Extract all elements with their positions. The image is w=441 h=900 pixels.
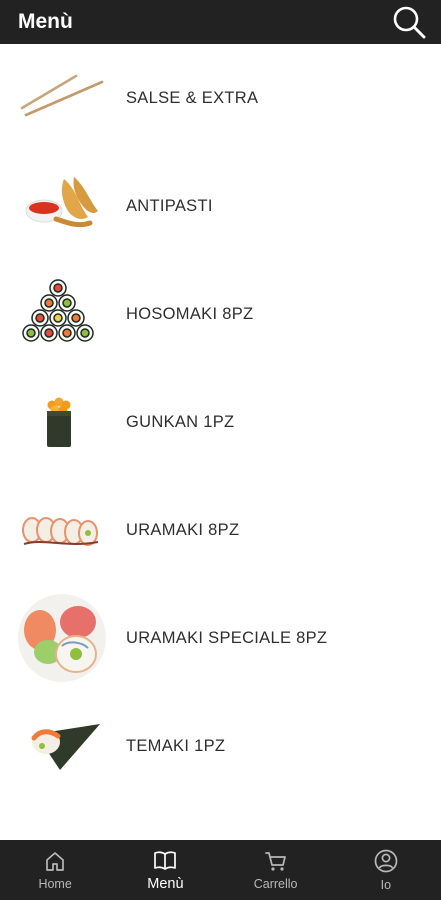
tab-io[interactable]: Io	[331, 840, 441, 900]
menu-item-salse-extra[interactable]: SALSE & EXTRA	[0, 44, 441, 152]
menu-item-temaki[interactable]: TEMAKI 1PZ	[0, 692, 441, 800]
tab-menu[interactable]: Menù	[110, 840, 220, 900]
hosomaki-pyramid-image	[22, 279, 94, 342]
menu-item-label: URAMAKI 8PZ	[126, 520, 240, 539]
menu-item-label: URAMAKI SPECIALE 8PZ	[126, 628, 328, 647]
tab-home[interactable]: Home	[0, 840, 110, 900]
cart-icon	[264, 851, 286, 871]
menu-item-label: TEMAKI 1PZ	[126, 736, 226, 755]
menu-item-gunkan[interactable]: GUNKAN 1PZ	[0, 368, 441, 476]
menu-item-hosomaki[interactable]: HOSOMAKI 8PZ	[0, 260, 441, 368]
tab-label: Io	[380, 877, 392, 892]
chopsticks-image	[20, 74, 104, 117]
temaki-cone-image	[31, 724, 100, 770]
uramaki-row-image	[22, 517, 99, 546]
menu-item-label: SALSE & EXTRA	[126, 88, 259, 107]
fried-shrimp-image	[25, 177, 98, 228]
tab-label: Menù	[147, 875, 184, 892]
menu-item-label: GUNKAN 1PZ	[126, 412, 235, 431]
book-icon	[154, 850, 177, 870]
uramaki-special-image	[18, 594, 106, 682]
menu-item-uramaki[interactable]: URAMAKI 8PZ	[0, 476, 441, 584]
tab-carrello[interactable]: Carrello	[221, 840, 331, 900]
search-button[interactable]	[389, 2, 429, 42]
menu-item-label: ANTIPASTI	[126, 196, 213, 215]
search-icon	[393, 6, 426, 39]
page-title: Menù	[18, 10, 73, 33]
top-app-bar: Menù	[0, 0, 441, 44]
tab-label: Home	[38, 876, 72, 891]
tab-label: Carrello	[253, 876, 298, 891]
menu-category-list[interactable]: SALSE & EXTRA ANTIPASTI HOSOMAKI 8PZ GUN…	[0, 44, 441, 840]
gunkan-image	[47, 397, 71, 447]
menu-item-antipasti[interactable]: ANTIPASTI	[0, 152, 441, 260]
home-icon	[46, 851, 64, 871]
menu-item-label: HOSOMAKI 8PZ	[126, 304, 254, 323]
menu-item-uramaki-speciale[interactable]: URAMAKI SPECIALE 8PZ	[0, 584, 441, 692]
user-icon	[374, 849, 398, 872]
bottom-navigation: Home Menù Carrello Io	[0, 840, 441, 900]
